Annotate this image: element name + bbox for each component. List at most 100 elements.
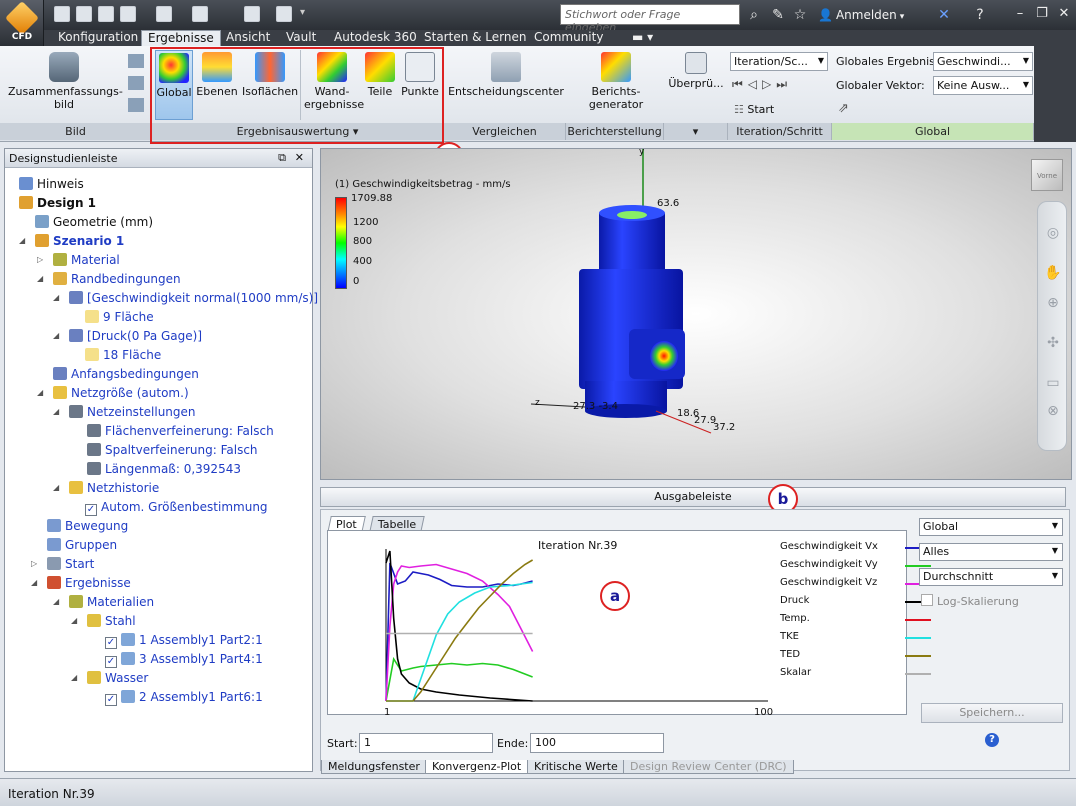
orbit-icon[interactable]: ✣ <box>1044 334 1062 352</box>
output-bar-header[interactable]: Ausgabeleiste <box>320 487 1066 507</box>
checkbox[interactable]: ✓ <box>85 504 97 516</box>
berichtsgenerator-button[interactable]: Berichts-generator <box>576 52 656 111</box>
global-button[interactable]: Global <box>155 50 193 120</box>
global-result-combo[interactable]: Geschwindi... ▼ <box>933 52 1033 71</box>
summary-image-button[interactable]: Zusammenfassungs-bild <box>8 52 123 111</box>
wrench-icon[interactable]: ✎ <box>770 7 786 23</box>
tree-node[interactable]: 18 Fläche <box>85 347 161 363</box>
star-icon[interactable]: ☆ <box>792 7 808 23</box>
ebenen-button[interactable]: Ebenen <box>196 52 238 98</box>
tree-expander-icon[interactable]: ◢ <box>71 616 77 625</box>
global-vector-combo[interactable]: Keine Ausw... ▼ <box>933 76 1033 95</box>
tree-node[interactable]: [Geschwindigkeit normal(1000 mm/s)] <box>69 290 318 306</box>
tree-node[interactable]: Netzhistorie <box>69 480 159 496</box>
image-export-icon[interactable] <box>128 98 144 112</box>
punkte-button[interactable]: Punkte <box>400 52 440 98</box>
wandergebnisse-button[interactable]: Wand-ergebnisse <box>304 52 364 111</box>
tab-autodesk-360[interactable]: Autodesk 360 <box>328 30 423 46</box>
scope-combo[interactable]: Global ▼ <box>919 518 1063 536</box>
tree-node[interactable]: Szenario 1 <box>35 233 124 249</box>
tree-node[interactable]: Stahl <box>87 613 136 629</box>
tree-expander-icon[interactable]: ◢ <box>37 388 43 397</box>
tree-node[interactable]: Flächenverfeinerung: Falsch <box>87 423 274 439</box>
tree-expander-icon[interactable]: ◢ <box>53 597 59 606</box>
exchange-icon[interactable]: ✕ <box>936 7 952 23</box>
start-button[interactable]: ☷ Start <box>734 103 774 116</box>
app-menu-button[interactable]: CFD <box>0 0 44 46</box>
tab-design-review-center[interactable]: Design Review Center (DRC) <box>623 760 794 774</box>
tree-node[interactable]: Längenmaß: 0,392543 <box>87 461 241 477</box>
new-file-icon[interactable] <box>54 6 70 22</box>
tree-node[interactable]: Netzgröße (autom.) <box>53 385 189 401</box>
tab-ansicht[interactable]: Ansicht <box>220 30 276 46</box>
panel-close-icon[interactable]: ✕ <box>295 151 304 164</box>
tree-node[interactable]: Start <box>47 556 94 572</box>
tree-node[interactable]: 9 Fläche <box>85 309 154 325</box>
panel-float-icon[interactable]: ⧉ <box>278 151 286 165</box>
tab-kritische-werte[interactable]: Kritische Werte <box>527 760 625 774</box>
ueberpruefen-button[interactable]: Überprü... <box>668 52 724 90</box>
tree-node[interactable]: ✓ 2 Assembly1 Part6:1 <box>105 689 263 706</box>
tab-konfiguration[interactable]: Konfiguration <box>52 30 144 46</box>
tree-node[interactable]: Geometrie (mm) <box>35 214 153 230</box>
global-settings-arrow-icon[interactable]: ⇗ <box>838 101 849 116</box>
tree-node[interactable]: Hinweis <box>19 176 84 192</box>
select-cursor-icon[interactable] <box>156 6 172 22</box>
help-icon[interactable]: ? <box>985 733 999 747</box>
minimize-icon[interactable]: – <box>1010 4 1030 24</box>
tree-expander-icon[interactable]: ▷ <box>31 559 37 568</box>
group-dropdown-ueberpruefen[interactable]: ▾ <box>664 123 728 140</box>
tree-node[interactable]: Ergebnisse <box>47 575 131 591</box>
search-input[interactable]: Stichwort oder Frage eingeben <box>560 4 740 34</box>
tree-node[interactable]: Spaltverfeinerung: Falsch <box>87 442 258 458</box>
tree-node[interactable]: Netzeinstellungen <box>69 404 196 420</box>
view-cube-icon[interactable] <box>192 6 208 22</box>
tree-node[interactable]: Materialien <box>69 594 154 610</box>
tab-meldungsfenster[interactable]: Meldungsfenster <box>321 760 427 774</box>
grid-icon[interactable] <box>276 6 292 22</box>
tree-node[interactable]: Bewegung <box>47 518 128 534</box>
zoom-icon[interactable]: ⊕ <box>1044 294 1062 312</box>
end-input[interactable]: 100 <box>530 733 664 753</box>
tree-expander-icon[interactable]: ◢ <box>71 673 77 682</box>
entscheidungscenter-button[interactable]: Entscheidungscenter <box>448 52 564 98</box>
tree-node[interactable]: ✓ Autom. Größenbestimmung <box>85 499 268 516</box>
checkbox[interactable]: ✓ <box>105 637 117 649</box>
isoflaechen-button[interactable]: Isoflächen <box>242 52 298 98</box>
tree-expander-icon[interactable]: ▷ <box>37 255 43 264</box>
iteration-combo[interactable]: Iteration/Sc... ▼ <box>730 52 828 71</box>
tree-expander-icon[interactable]: ◢ <box>53 483 59 492</box>
tree-node[interactable]: Gruppen <box>47 537 117 553</box>
tree-expander-icon[interactable]: ◢ <box>37 274 43 283</box>
tree-node[interactable]: ✓ 3 Assembly1 Part4:1 <box>105 651 263 668</box>
checkbox[interactable]: ✓ <box>105 656 117 668</box>
log-scale-checkbox[interactable]: Log-Skalierung <box>921 594 1019 608</box>
close-icon[interactable]: ✕ <box>1054 4 1074 24</box>
look-icon[interactable]: ▭ <box>1044 374 1062 392</box>
tree-expander-icon[interactable]: ◢ <box>19 236 25 245</box>
login-button[interactable]: 👤 Anmelden ▾ <box>818 8 904 22</box>
iteration-nav-buttons[interactable]: ⏮◁▷⏭ <box>732 77 792 92</box>
tab-community[interactable]: Community <box>528 30 609 46</box>
qat-dropdown-icon[interactable]: ▾ <box>300 7 305 18</box>
restore-icon[interactable]: ❐ <box>1032 4 1052 24</box>
save-as-icon[interactable] <box>120 6 136 22</box>
tree-expander-icon[interactable]: ◢ <box>53 331 59 340</box>
clipboard-icon[interactable] <box>244 6 260 22</box>
steering-wheel-icon[interactable]: ◎ <box>1044 224 1062 242</box>
graphics-viewport[interactable]: (1) Geschwindigkeitsbetrag - mm/s 1709.8… <box>320 148 1072 480</box>
tree-expander-icon[interactable]: ◢ <box>53 407 59 416</box>
mode-combo[interactable]: Durchschnitt ▼ <box>919 568 1063 586</box>
tree-node[interactable]: ✓ 1 Assembly1 Part2:1 <box>105 632 263 649</box>
tree-node[interactable]: Design 1 <box>19 195 96 211</box>
binoculars-icon[interactable]: ⌕ <box>746 7 762 23</box>
filter-combo[interactable]: Alles ▼ <box>919 543 1063 561</box>
view-cube[interactable]: Vorne <box>1031 159 1063 191</box>
tree-node[interactable]: [Druck(0 Pa Gage)] <box>69 328 202 344</box>
tree-node[interactable]: Randbedingungen <box>53 271 181 287</box>
help-icon[interactable]: ? <box>972 7 988 23</box>
tree-node[interactable]: Wasser <box>87 670 148 686</box>
checkbox[interactable]: ✓ <box>105 694 117 706</box>
tab-vault[interactable]: Vault <box>280 30 322 46</box>
image-settings-icon[interactable] <box>128 76 144 90</box>
